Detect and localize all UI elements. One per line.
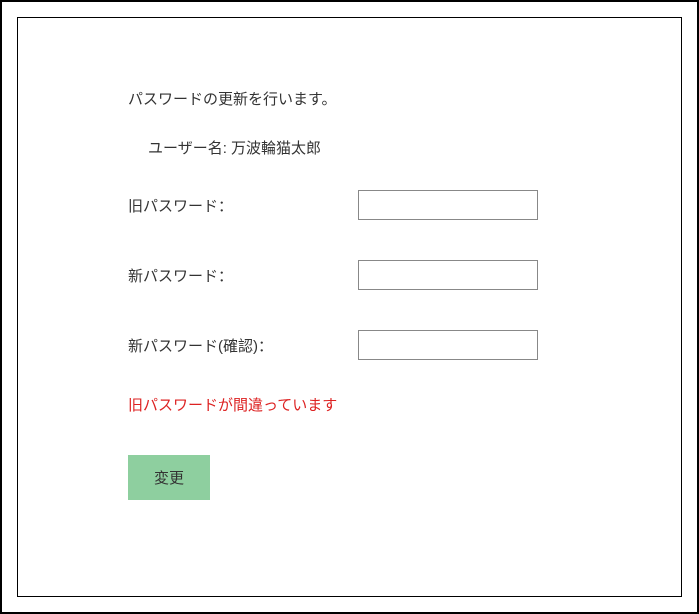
old-password-label: 旧パスワード： <box>128 195 358 216</box>
content-panel: パスワードの更新を行います。 ユーザー名: 万波輪猫太郎 旧パスワード： 新パス… <box>17 17 682 597</box>
username-label: ユーザー名: <box>148 140 227 157</box>
new-password-confirm-label: 新パスワード(確認)： <box>128 335 358 356</box>
error-message: 旧パスワードが間違っています <box>128 394 571 415</box>
old-password-input[interactable] <box>358 190 538 220</box>
new-password-confirm-input[interactable] <box>358 330 538 360</box>
username-display: ユーザー名: 万波輪猫太郎 <box>128 137 571 158</box>
new-password-row: 新パスワード： <box>128 260 571 290</box>
username-value: 万波輪猫太郎 <box>231 140 321 157</box>
new-password-confirm-row: 新パスワード(確認)： <box>128 330 571 360</box>
change-button[interactable]: 変更 <box>128 455 210 500</box>
new-password-input[interactable] <box>358 260 538 290</box>
window-frame: パスワードの更新を行います。 ユーザー名: 万波輪猫太郎 旧パスワード： 新パス… <box>0 0 699 614</box>
page-title: パスワードの更新を行います。 <box>128 88 571 109</box>
old-password-row: 旧パスワード： <box>128 190 571 220</box>
new-password-label: 新パスワード： <box>128 265 358 286</box>
